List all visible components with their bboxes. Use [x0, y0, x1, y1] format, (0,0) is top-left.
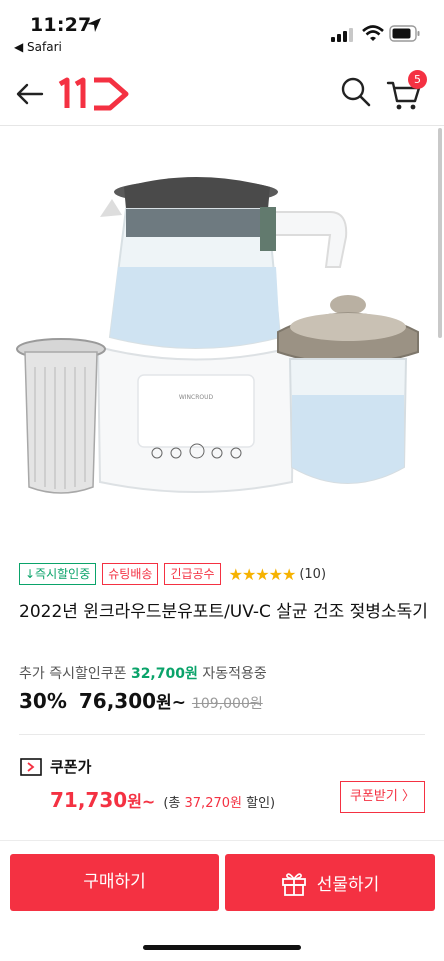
instant-coupon-line: 추가 즉시할인쿠폰 32,700원 자동적용중: [19, 663, 267, 683]
original-price: 109,000원: [191, 696, 263, 712]
home-indicator[interactable]: [143, 945, 301, 950]
scroll-indicator[interactable]: [438, 128, 442, 338]
search-icon[interactable]: [340, 76, 372, 108]
coupon-price-label: 쿠폰가: [50, 758, 92, 776]
status-time: 11:27: [30, 14, 92, 36]
get-coupon-button[interactable]: 쿠폰받기 〉: [340, 781, 425, 813]
sale-price-unit: 원~: [156, 693, 186, 713]
instant-discount-badge: ↓즉시할인중: [19, 563, 97, 585]
buy-button[interactable]: 구매하기: [10, 854, 219, 911]
gift-icon: [281, 872, 306, 896]
app-header: 5: [0, 64, 444, 126]
coupon-prefix: 추가 즉시할인쿠폰: [19, 666, 127, 682]
review-count[interactable]: (10): [299, 567, 326, 582]
urgent-import-badge: 긴급공수: [164, 563, 221, 585]
coupon-price-row: 71,730 원~ (총 37,270원 할인): [50, 788, 275, 812]
product-title: 2022년 윈크라우드분유포트/UV-C 살균 건조 젖병소독기: [19, 602, 428, 622]
11st-logo[interactable]: [58, 74, 132, 114]
note-suffix: 할인): [246, 796, 276, 811]
divider: [19, 734, 425, 735]
coupon-price-unit: 원~: [127, 792, 156, 811]
price-row: 30% 76,300 원~ 109,000원: [19, 688, 263, 713]
rating-stars[interactable]: ★★★★★: [229, 565, 297, 584]
coupon-price: 71,730: [50, 788, 128, 812]
coupon-amount: 32,700원: [130, 666, 198, 682]
note-prefix: (총: [163, 796, 181, 811]
coupon-icon: [20, 757, 42, 776]
discount-rate: 30%: [19, 689, 67, 713]
bottom-action-bar: 구매하기 선물하기: [0, 846, 444, 961]
total-discount-note: (총 37,270원 할인): [163, 792, 275, 811]
sale-price: 76,300: [78, 689, 157, 713]
location-arrow-icon: [87, 18, 101, 32]
cellular-signal-icon: [331, 28, 353, 42]
wifi-icon: [362, 25, 384, 41]
status-bar: 11:27 ◀ Safari: [0, 0, 444, 64]
shooting-delivery-badge: 슈팅배송: [102, 563, 159, 585]
coupon-price-header: 쿠폰가: [20, 756, 91, 777]
bottom-divider: [0, 840, 444, 841]
battery-icon: [389, 25, 420, 42]
total-discount-amount: 37,270원: [184, 796, 242, 811]
gift-label: 선물하기: [316, 875, 380, 895]
cart-count-badge: 5: [408, 70, 427, 89]
product-brand-text: WINCROUD: [179, 394, 214, 401]
product-badges: ↓즉시할인중 슈팅배송 긴급공수 ★★★★★ (10): [19, 563, 326, 585]
gift-button[interactable]: 선물하기: [225, 854, 435, 911]
back-arrow-icon[interactable]: [14, 78, 46, 110]
back-to-safari-link[interactable]: ◀ Safari: [14, 40, 62, 54]
product-image[interactable]: WINCROUD: [0, 127, 444, 527]
coupon-suffix: 자동적용중: [202, 666, 267, 682]
